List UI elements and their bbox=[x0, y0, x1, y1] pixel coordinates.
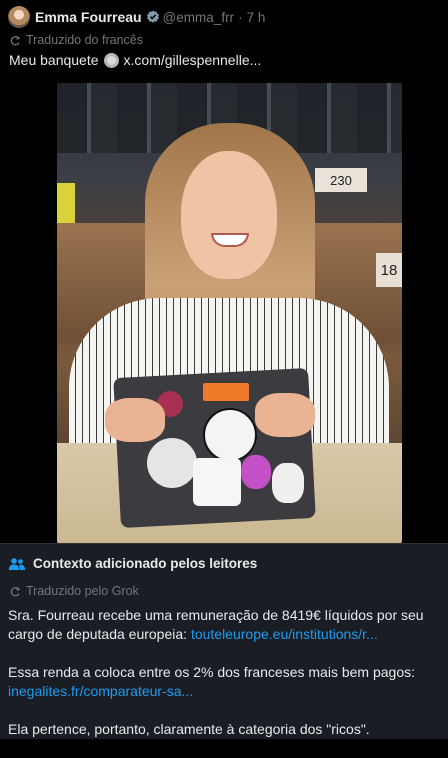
note-text: Ela pertence, portanto, claramente à cat… bbox=[8, 721, 370, 737]
right-hand bbox=[255, 393, 315, 437]
translated-label: Traduzido do francês bbox=[26, 33, 143, 47]
grok-translation-indicator: Traduzido pelo Grok bbox=[9, 584, 139, 598]
post-photo[interactable]: 230 18 bbox=[57, 83, 402, 543]
translate-icon bbox=[9, 585, 21, 597]
avatar[interactable] bbox=[8, 6, 30, 28]
number-sign: 18 bbox=[376, 253, 402, 287]
notes-title: Contexto adicionado pelos leitores bbox=[33, 556, 258, 571]
translated-indicator: Traduzido do francês bbox=[9, 33, 143, 47]
note-text: Essa renda a coloca entre os 2% dos fran… bbox=[8, 664, 415, 680]
post-text-content: Meu banquete bbox=[9, 52, 99, 68]
seat-number-sign: 230 bbox=[315, 168, 367, 192]
post[interactable]: Emma Fourreau @emma_frr · 7 h Traduzido … bbox=[0, 0, 448, 543]
people-icon bbox=[8, 557, 26, 571]
translate-icon bbox=[9, 34, 21, 46]
post-text: Meu banquete x.com/gillespennelle... bbox=[9, 52, 261, 68]
note-link[interactable]: inegalites.fr/comparateur-sa... bbox=[8, 683, 193, 699]
grok-translated-label: Traduzido pelo Grok bbox=[26, 584, 139, 598]
sticker-purple bbox=[241, 455, 271, 489]
note-paragraph: Sra. Fourreau recebe uma remuneração de … bbox=[8, 606, 438, 644]
verified-icon bbox=[146, 10, 160, 24]
separator-dot: · bbox=[238, 9, 243, 25]
left-hand bbox=[105, 398, 165, 442]
post-time[interactable]: 7 h bbox=[247, 10, 266, 25]
yellow-paper bbox=[57, 183, 75, 223]
author-handle[interactable]: @emma_frr bbox=[163, 10, 234, 25]
note-paragraph: Ela pertence, portanto, claramente à cat… bbox=[8, 720, 438, 739]
notes-header: Contexto adicionado pelos leitores bbox=[8, 556, 257, 571]
community-notes: Contexto adicionado pelos leitores Tradu… bbox=[0, 543, 448, 739]
note-body: Sra. Fourreau recebe uma remuneração de … bbox=[8, 606, 438, 758]
sticker-eat-the-rich bbox=[193, 458, 241, 506]
person-hands bbox=[105, 393, 335, 453]
sticker-white bbox=[272, 463, 304, 503]
note-link[interactable]: touteleurope.eu/institutions/r... bbox=[191, 626, 378, 642]
person-face bbox=[181, 151, 277, 279]
plate-emoji-icon bbox=[103, 52, 119, 68]
author-name[interactable]: Emma Fourreau bbox=[35, 9, 142, 25]
post-header: Emma Fourreau @emma_frr · 7 h bbox=[8, 5, 265, 29]
post-link[interactable]: x.com/gillespennelle... bbox=[124, 52, 262, 68]
note-paragraph: Essa renda a coloca entre os 2% dos fran… bbox=[8, 663, 438, 701]
